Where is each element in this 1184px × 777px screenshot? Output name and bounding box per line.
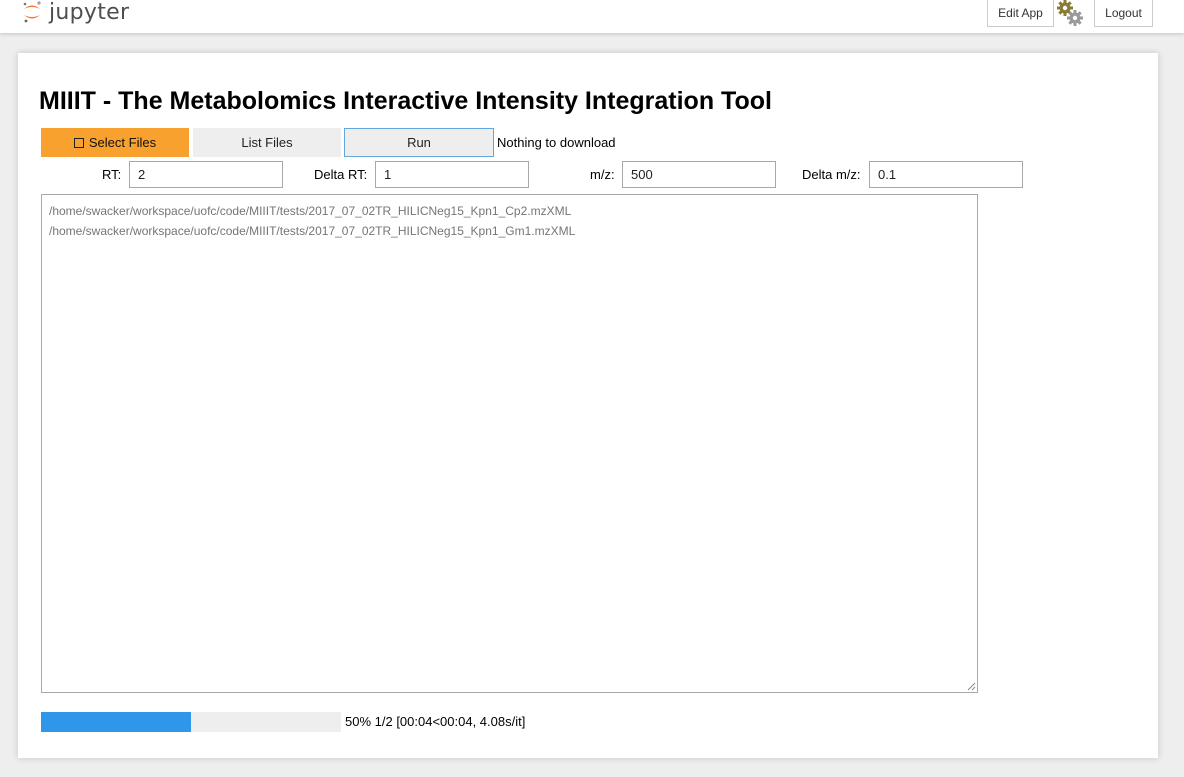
rt-label: RT: [102,167,122,182]
mz-label: m/z: [590,167,615,182]
list-item[interactable]: /home/swacker/workspace/uofc/code/MIIIT/… [49,221,970,241]
progress-bar-fill [41,712,191,732]
delta-mz-input[interactable] [869,161,1023,188]
rt-input[interactable] [129,161,283,188]
list-item[interactable]: /home/swacker/workspace/uofc/code/MIIIT/… [49,201,970,221]
jupyter-logo[interactable]: jupyter [22,0,129,27]
delta-rt-label: Delta RT: [314,167,368,182]
list-files-button[interactable]: List Files [193,128,341,157]
jupyter-logo-icon [23,1,41,23]
file-list[interactable]: /home/swacker/workspace/uofc/code/MIIIT/… [41,194,978,693]
square-icon [73,137,84,148]
run-button[interactable]: Run [344,128,494,157]
download-status: Nothing to download [497,135,616,150]
mz-input[interactable] [622,161,776,188]
page-title: MIIIT - The Metabolomics Interactive Int… [39,87,772,115]
progress-bar [41,712,341,732]
delta-rt-input[interactable] [375,161,529,188]
edit-app-button[interactable]: Edit App [987,0,1054,27]
delta-mz-label: Delta m/z: [802,167,861,182]
resize-handle-icon[interactable] [967,682,976,691]
app-panel: MIIIT - The Metabolomics Interactive Int… [18,53,1158,758]
select-files-button[interactable]: Select Files [41,128,189,157]
top-header: jupyter Edit App Logout [0,0,1184,33]
progress-text: 50% 1/2 [00:04<00:04, 4.08s/it] [345,714,526,729]
logout-button[interactable]: Logout [1094,0,1153,27]
select-files-label: Select Files [88,135,157,150]
logo-text: jupyter [49,0,130,25]
gears-icon[interactable] [1054,0,1088,28]
